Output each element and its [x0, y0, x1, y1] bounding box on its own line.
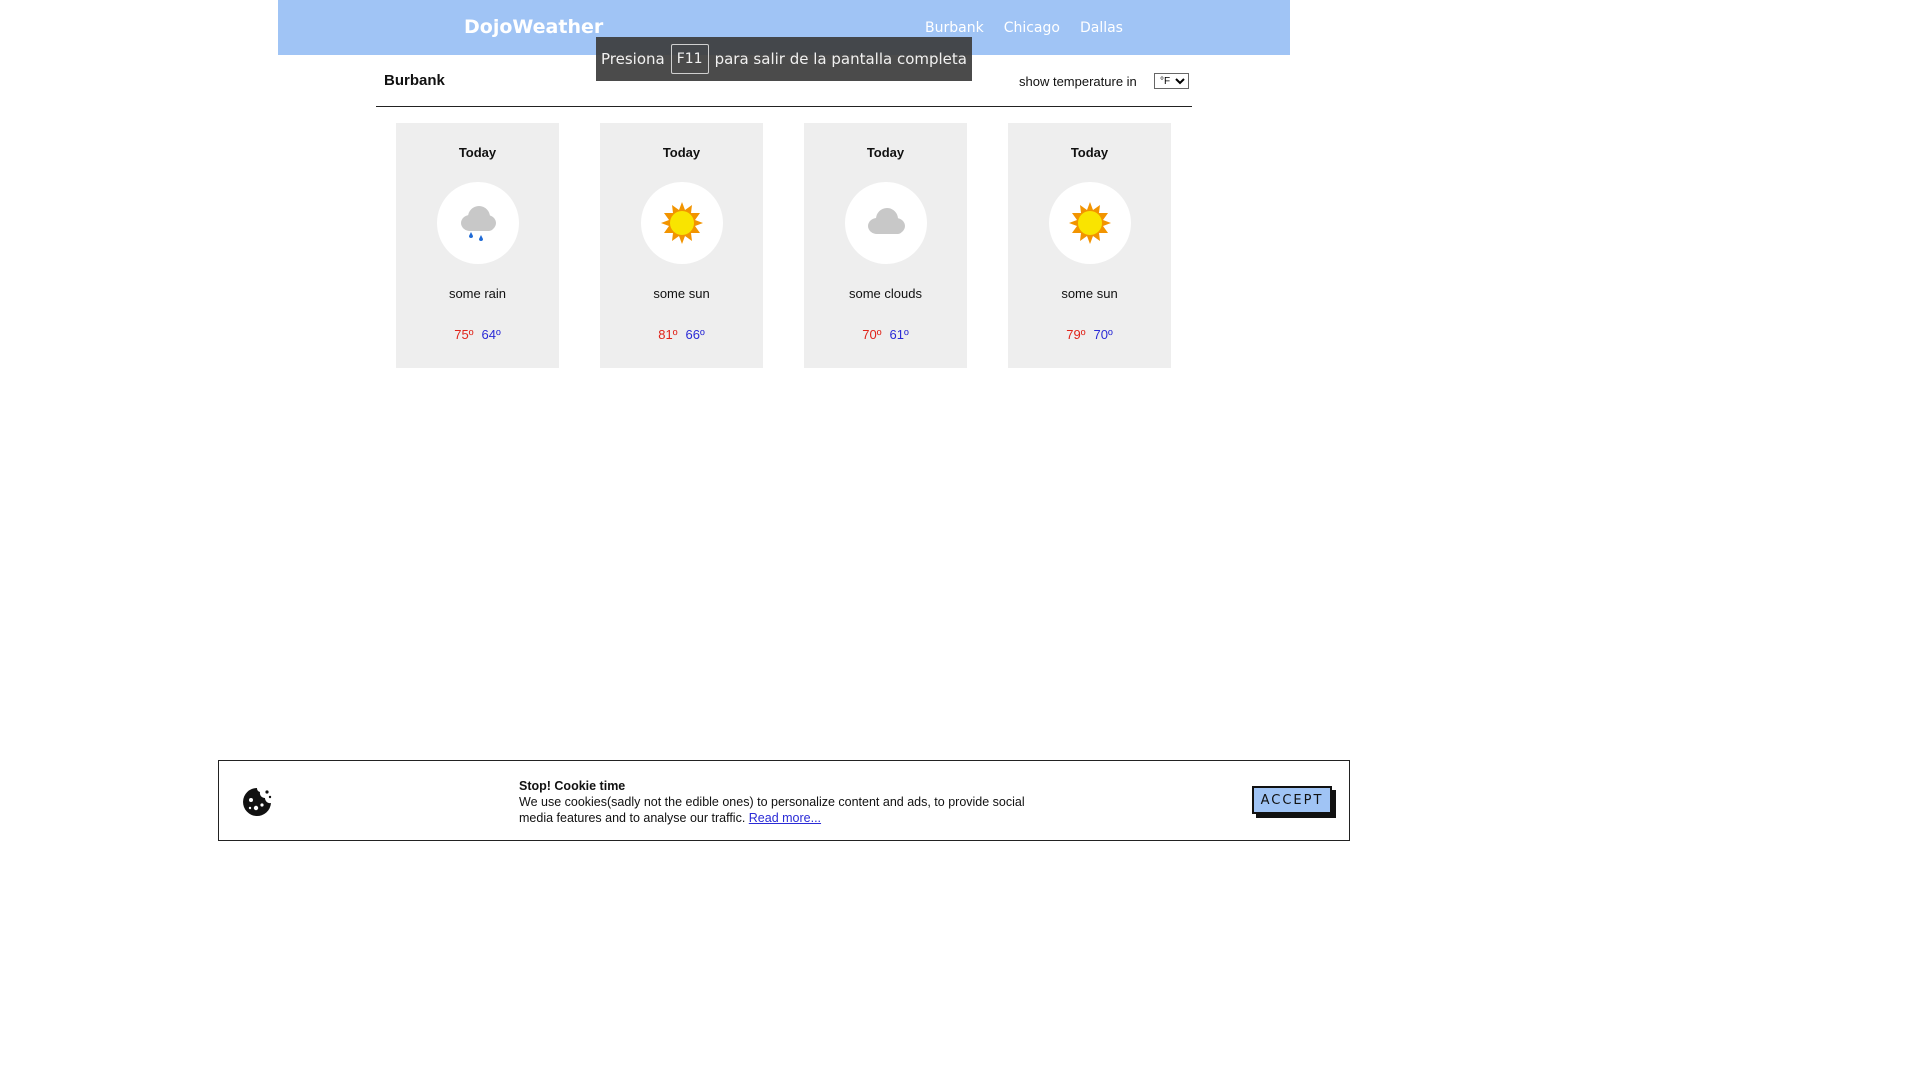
- brand-logo[interactable]: DojoWeather: [464, 16, 603, 38]
- high-temp: 79º: [1066, 327, 1086, 342]
- card-temperatures: 79º 70º: [1008, 327, 1171, 342]
- card-description: some rain: [448, 286, 507, 301]
- cookie-icon: [243, 788, 272, 816]
- fullscreen-notice: Presiona F11 para salir de la pantalla c…: [596, 37, 972, 81]
- cookie-banner: Stop! Cookie time We use cookies(sadly n…: [218, 760, 1350, 841]
- card-description: some sun: [1061, 286, 1118, 301]
- page: DojoWeather Burbank Chicago Dallas Presi…: [0, 0, 1568, 882]
- card-temperatures: 75º 64º: [396, 327, 559, 342]
- fullscreen-key: F11: [670, 44, 709, 74]
- unit-label: show temperature in: [1019, 74, 1137, 89]
- forecast-card: Today some sun 79º 70º: [1008, 123, 1171, 368]
- cookie-message: Stop! Cookie time We use cookies(sadly n…: [519, 778, 1039, 826]
- rain-cloud-icon: [461, 206, 496, 241]
- forecast-card: Today some sun 81º 66º: [600, 123, 763, 368]
- accept-button[interactable]: ACCEPT: [1252, 786, 1332, 814]
- card-day: Today: [866, 145, 905, 160]
- low-temp: 66º: [685, 327, 705, 342]
- temperature-unit-select[interactable]: °F: [1154, 73, 1189, 89]
- sun-icon: [1069, 202, 1111, 244]
- forecast-card: Today some rain 75º 64º: [396, 123, 559, 368]
- fullscreen-notice-after: para salir de la pantalla completa: [714, 50, 967, 68]
- nav-link-dallas[interactable]: Dallas: [1080, 20, 1123, 36]
- cookie-read-more-link[interactable]: Read more...: [749, 811, 821, 825]
- city-nav: Burbank Chicago Dallas: [925, 20, 1123, 36]
- high-temp: 75º: [454, 327, 474, 342]
- card-description: some sun: [653, 286, 710, 301]
- cloud-icon: [868, 208, 905, 234]
- card-day: Today: [662, 145, 701, 160]
- icon-circle: [437, 182, 519, 264]
- card-day: Today: [458, 145, 497, 160]
- fullscreen-notice-before: Presiona: [601, 50, 665, 68]
- nav-link-burbank[interactable]: Burbank: [925, 20, 984, 36]
- city-title: Burbank: [384, 72, 445, 89]
- icon-circle: [845, 182, 927, 264]
- forecast-cards: Today some rain 75º 64º Today some sun 8…: [396, 123, 1171, 368]
- card-day: Today: [1070, 145, 1109, 160]
- high-temp: 81º: [658, 327, 678, 342]
- card-description: some clouds: [849, 286, 922, 301]
- high-temp: 70º: [862, 327, 882, 342]
- cookie-title: Stop! Cookie time: [519, 779, 626, 793]
- icon-circle: [641, 182, 723, 264]
- low-temp: 70º: [1093, 327, 1113, 342]
- icon-circle: [1049, 182, 1131, 264]
- card-temperatures: 70º 61º: [804, 327, 967, 342]
- nav-link-chicago[interactable]: Chicago: [1004, 20, 1060, 36]
- low-temp: 64º: [481, 327, 501, 342]
- low-temp: 61º: [889, 327, 909, 342]
- sun-icon: [661, 202, 703, 244]
- card-temperatures: 81º 66º: [600, 327, 763, 342]
- forecast-card: Today some clouds 70º 61º: [804, 123, 967, 368]
